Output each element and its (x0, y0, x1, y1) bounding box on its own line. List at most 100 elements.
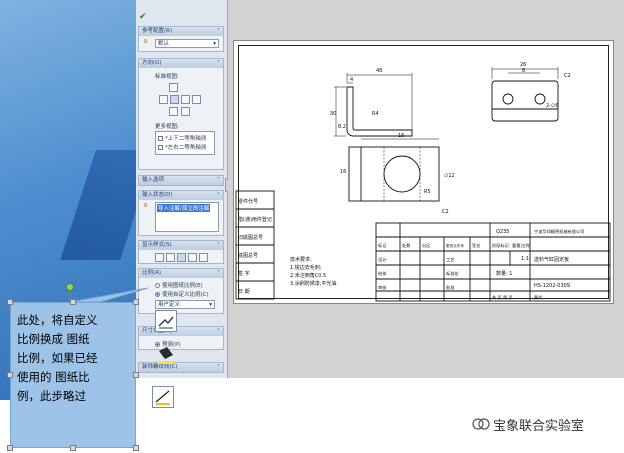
property-manager-panel: ✔ 参考配置(R) ˄ ⚙ 默认 ▾ 方向(O) ˄ 标准视图: 更多视图: *… (136, 0, 228, 378)
left-table-cell: 签 字 (238, 270, 250, 277)
dim-label: 16 (398, 133, 404, 139)
resize-handle[interactable] (7, 299, 13, 305)
resize-handle[interactable] (70, 299, 76, 305)
replaces-text: 替代 (534, 294, 543, 301)
left-table-cell: 日 期 (238, 289, 250, 295)
use-sheet-scale-radio[interactable]: 使用图纸比例(E) (155, 281, 203, 289)
reference-config-value: 默认 (158, 41, 170, 47)
view-left-button[interactable] (159, 95, 168, 104)
dropdown-arrow-icon: ▾ (213, 41, 216, 47)
import-state-header[interactable]: 输入状态(D) ˄ (139, 191, 223, 200)
cosmetic-thread-group: 装饰螺纹线(C) ˄ (138, 362, 224, 373)
role-label: 批准 (446, 284, 454, 291)
cosmetic-thread-header[interactable]: 装饰螺纹线(C) ˄ (139, 363, 223, 372)
scale-header[interactable]: 比例(A) ˄ (139, 269, 223, 278)
scale-ratio-text: 1:1 (521, 256, 529, 262)
import-options-header[interactable]: 输入选项 ˅ (139, 176, 223, 185)
view-back-button[interactable] (192, 95, 201, 104)
drawing-sheet[interactable]: 48 4 30 8.2 R4 26 8 C2 2-∅6 16 ∅12 C2 16… (233, 40, 614, 304)
ok-check-icon[interactable]: ✔ (139, 12, 147, 22)
left-table-cell: 借(通)用件登记 (238, 216, 272, 223)
graphics-area[interactable]: 48 4 30 8.2 R4 26 8 C2 2-∅6 16 ∅12 C2 16… (228, 0, 624, 378)
tech-note: 1.锐边去毛刺; (290, 264, 322, 271)
more-views-list[interactable]: *上下二等角轴测 *左右二等角轴测 (155, 131, 215, 155)
reference-config-group: 参考配置(R) ˄ ⚙ 默认 ▾ (138, 26, 224, 52)
resize-handle[interactable] (133, 372, 139, 378)
row-label: 更改文件号 (446, 243, 464, 248)
material-text: Q235 (496, 229, 509, 235)
expand-chevron-icon[interactable]: ˅ (217, 176, 220, 185)
resize-handle[interactable] (133, 445, 139, 451)
reference-config-title: 参考配置(R) (142, 28, 173, 34)
resize-handle[interactable] (133, 299, 139, 305)
rotate-handle[interactable] (66, 283, 74, 291)
display-style-title: 显示样式(S) (142, 242, 172, 248)
orientation-title: 方向(O) (142, 60, 162, 66)
collapse-chevron-icon[interactable]: ˄ (217, 27, 220, 36)
import-state-list[interactable]: 导入注解/孤立的注解 (155, 202, 219, 232)
sheet-count-text: 共 页 第 页 (492, 294, 513, 301)
use-custom-scale-radio[interactable]: 使用自定义比例(C) (155, 290, 209, 298)
collapse-chevron-icon[interactable]: ˄ (217, 191, 220, 200)
view-bottom-button[interactable] (169, 107, 178, 116)
display-hidden-removed-button[interactable] (177, 253, 186, 262)
reference-config-header[interactable]: 参考配置(R) ˄ (139, 27, 223, 36)
collapse-chevron-icon[interactable]: ˄ (217, 327, 220, 336)
left-table-cell: 底图总号 (238, 252, 258, 259)
stage-mark-header: 阶段标记 (492, 242, 510, 249)
row-label: 分区 (422, 242, 430, 249)
title-block-frame (375, 222, 611, 302)
scale-header: 比例 (521, 242, 529, 249)
view-right-button[interactable] (181, 95, 190, 104)
scale-title: 比例(A) (142, 270, 162, 276)
reference-config-select[interactable]: 默认 ▾ (155, 39, 219, 48)
collapse-chevron-icon[interactable]: ˄ (217, 363, 220, 372)
orientation-group: 方向(O) ˄ 标准视图: 更多视图: *上下二等角轴测 *左右二等角轴测 (138, 58, 224, 170)
dim-label: C2 (442, 209, 449, 215)
row-label: 签名 (472, 242, 480, 249)
display-style-header[interactable]: 显示样式(S) ˄ (139, 241, 223, 250)
tech-note: 技术要求: (290, 256, 312, 263)
display-wireframe-button[interactable] (155, 253, 164, 262)
display-shaded-edges-button[interactable] (188, 253, 197, 262)
collapse-chevron-icon[interactable]: ˄ (217, 59, 220, 68)
annotation-icon: ⚙ (143, 203, 148, 209)
more-view-item[interactable]: *上下二等角轴测 (158, 134, 206, 142)
role-label: 设计 (378, 256, 386, 263)
resize-handle[interactable] (7, 445, 13, 451)
part-name-text: 送料气缸固定板 (534, 256, 569, 263)
display-hidden-visible-button[interactable] (166, 253, 175, 262)
company-text: 宁波华邦精密机械有限公司 (534, 228, 584, 235)
line-style-icon[interactable] (152, 386, 174, 408)
more-view-item[interactable]: *左右二等角轴测 (158, 143, 206, 151)
tech-note: 3.涂刷防锈漆,平光油. (290, 280, 338, 287)
resize-handle[interactable] (7, 372, 13, 378)
paint-bucket-icon[interactable] (153, 345, 177, 367)
dim-label: C2 (564, 73, 571, 79)
dimension-type-header[interactable]: 尺寸类型(T) ˄ (139, 327, 223, 336)
front-view-profile (346, 86, 413, 137)
display-style-group: 显示样式(S) ˄ (138, 240, 224, 264)
view-front-button[interactable] (170, 95, 179, 104)
view-top-button[interactable] (169, 83, 178, 92)
collapse-chevron-icon[interactable]: ˄ (217, 269, 220, 278)
collapse-chevron-icon[interactable]: ˄ (217, 241, 220, 250)
scale-tool-icon[interactable] (155, 310, 177, 332)
annotation-callout: 此处，将自定义 比例换成 图纸 比例，如果已经 使用的 图纸比 例，此步略过 (10, 302, 136, 448)
custom-scale-select[interactable]: 用户定义 ▾ (155, 300, 215, 309)
import-options-title: 输入选项 (142, 177, 165, 183)
resize-handle[interactable] (70, 445, 76, 451)
drawing-number-text: HS-1202-0309 (534, 283, 570, 289)
view-iso-button[interactable] (181, 107, 190, 116)
more-views-label: 更多视图: (155, 124, 179, 130)
role-label: 校核 (378, 270, 387, 277)
orientation-header[interactable]: 方向(O) ˄ (139, 59, 223, 68)
left-table-cell: 旧底图总号 (238, 234, 263, 241)
screenshot-stage: ✔ 参考配置(R) ˄ ⚙ 默认 ▾ 方向(O) ˄ 标准视图: 更多视图: *… (0, 0, 624, 453)
dim-label: 8 (522, 68, 525, 74)
dim-label: 8.2 (338, 124, 346, 130)
import-state-item[interactable]: 导入注解/孤立的注解 (157, 204, 211, 212)
display-shaded-button[interactable] (199, 253, 208, 262)
right-view-outline (491, 80, 559, 122)
dim-label: R5 (424, 189, 431, 195)
